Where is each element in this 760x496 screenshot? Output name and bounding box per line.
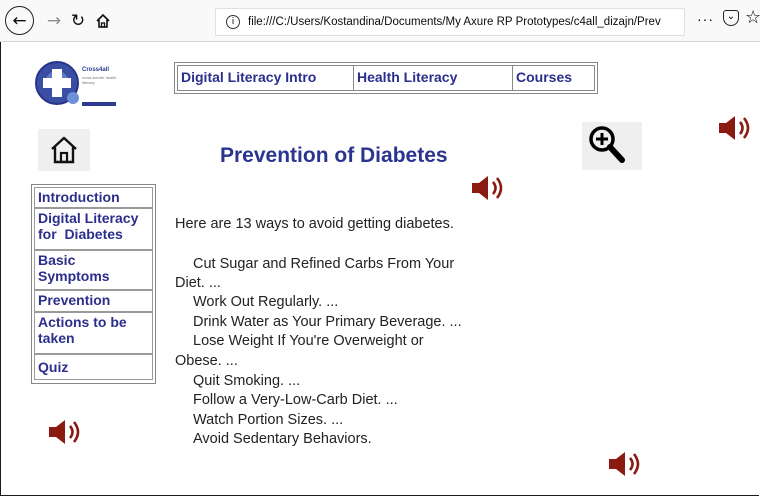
sidebar-item-label-line2: Symptoms (38, 268, 110, 284)
nav-health-literacy[interactable]: Health Literacy (354, 66, 513, 90)
logo-tagline: cross-border health literacy (82, 75, 117, 85)
audio-button-title[interactable] (469, 174, 509, 202)
home-icon (96, 13, 110, 28)
list-item: Follow a Very-Low-Carb Diet. ... (193, 392, 398, 408)
page-title: Prevention of Diabetes (220, 144, 448, 167)
sidebar-item-label: Actions to be (38, 314, 127, 330)
top-navigation-row: Digital Literacy Intro Health Literacy C… (177, 65, 595, 91)
logo-footer-bar (82, 102, 116, 106)
sidebar-item-label: Prevention (38, 292, 111, 308)
list-item: Cut Sugar and Refined Carbs From Your (193, 256, 455, 272)
list-item: Avoid Sedentary Behaviors. (193, 431, 372, 447)
home-button[interactable] (38, 129, 90, 171)
sidebar-item-quiz[interactable]: Quiz (34, 354, 153, 380)
list-item: Work Out Regularly. ... (193, 294, 339, 310)
list-item-continued: Obese. ... (175, 353, 238, 369)
sidebar-item-label-line2: for Diabetes (38, 226, 123, 242)
speaker-icon (472, 176, 503, 200)
list-item: Drink Water as Your Primary Beverage. ..… (193, 314, 462, 330)
page-actions-menu[interactable]: ··· (697, 11, 714, 27)
arrow-right-icon: → (46, 11, 62, 31)
zoom-in-icon (589, 126, 625, 163)
audio-button-sidebar[interactable] (46, 418, 86, 446)
sidebar-item-label: Basic (38, 252, 76, 268)
sidebar-item-basic-symptoms[interactable]: Basic Symptoms (34, 250, 153, 290)
list-item: Lose Weight If You're Overweight or (193, 333, 424, 349)
address-bar[interactable]: i file:///C:/Users/Kostandina/Documents/… (215, 8, 685, 36)
nav-digital-literacy-intro[interactable]: Digital Literacy Intro (178, 66, 354, 90)
cross4all-logo[interactable]: Cross4all cross-border health literacy (35, 58, 123, 120)
sidebar-item-label: Introduction (38, 189, 120, 205)
intro-paragraph: Here are 13 ways to avoid getting diabet… (175, 216, 454, 232)
sidebar-item-label: Digital Literacy (38, 210, 139, 226)
forward-button[interactable]: → (41, 8, 67, 34)
sidebar-item-label: Quiz (38, 359, 69, 375)
sidebar-item-label-line2: taken (38, 330, 75, 346)
logo-emblem-icon (35, 61, 79, 105)
bookmark-star-icon[interactable]: ☆ (745, 7, 760, 28)
zoom-in-button[interactable] (582, 122, 642, 170)
list-item: Quit Smoking. ... (193, 373, 301, 389)
arrow-left-icon: ← (12, 10, 27, 31)
sidebar-item-actions[interactable]: Actions to be taken (34, 312, 153, 354)
top-navigation: Digital Literacy Intro Health Literacy C… (174, 62, 598, 94)
sidebar-item-introduction[interactable]: Introduction (34, 187, 153, 208)
list-item-continued: Diet. ... (175, 275, 221, 291)
home-icon (51, 136, 77, 164)
nav-courses[interactable]: Courses (513, 66, 594, 90)
logo-wordmark: Cross4all (82, 67, 110, 73)
speaker-icon (49, 420, 80, 444)
reload-button[interactable]: ↻ (65, 8, 91, 34)
url-text[interactable]: file:///C:/Users/Kostandina/Documents/My… (248, 16, 661, 28)
sidebar-item-prevention[interactable]: Prevention (34, 290, 153, 312)
browser-toolbar: ← → ↻ i file:///C:/Users/Kostandina/Docu… (0, 0, 760, 42)
pocket-icon[interactable]: ⌄ (723, 10, 739, 26)
list-item: Watch Portion Sizes. ... (193, 412, 344, 428)
browser-home-button[interactable] (90, 8, 116, 34)
audio-button-content[interactable] (606, 450, 646, 478)
speaker-icon (719, 116, 750, 140)
speaker-icon (609, 452, 640, 476)
sidebar-menu: Introduction Digital Literacy for Diabet… (31, 184, 156, 384)
reload-icon: ↻ (70, 11, 86, 31)
back-button[interactable]: ← (5, 6, 34, 35)
info-icon[interactable]: i (226, 15, 240, 29)
audio-button-header[interactable] (716, 114, 756, 142)
sidebar-item-digital-literacy[interactable]: Digital Literacy for Diabetes (34, 208, 153, 250)
